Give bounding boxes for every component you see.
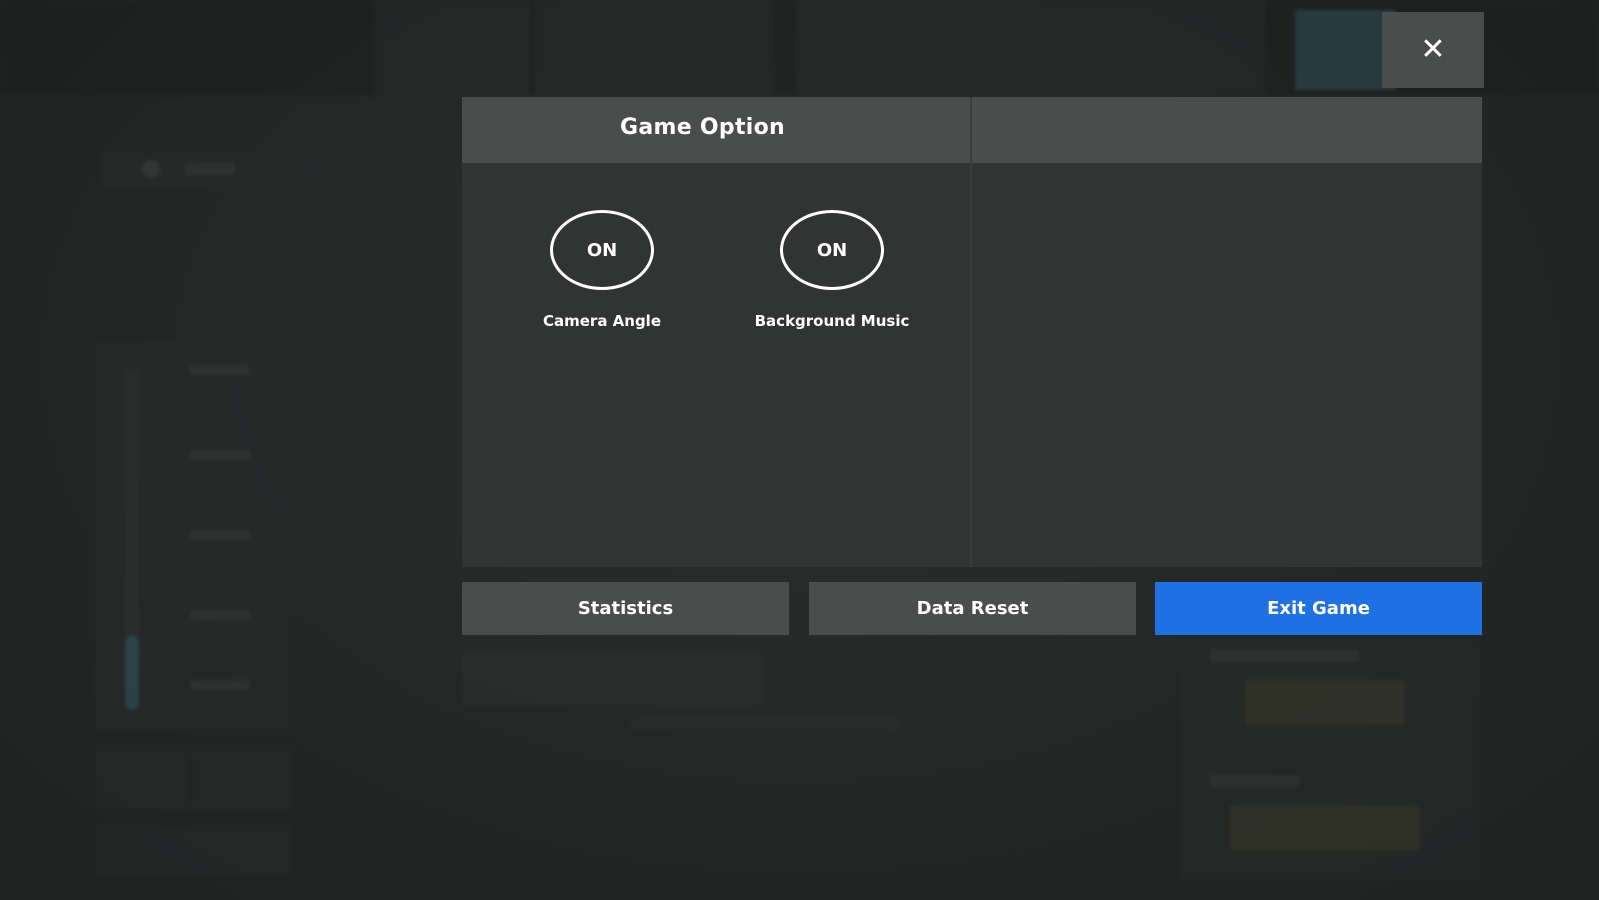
background-distance-readout [462, 650, 762, 705]
background-stats-label [1210, 650, 1360, 662]
background-status-bar [185, 163, 235, 175]
background-top-segment [795, 0, 1265, 95]
game-screen: ✕ Game Option ON Camera Angle ON Backgro… [0, 0, 1599, 900]
background-stats-value [1230, 805, 1420, 850]
background-gauge-buttons [95, 745, 290, 810]
background-gauge-fill [125, 635, 139, 710]
data-reset-button[interactable]: Data Reset [809, 582, 1136, 635]
background-top-segment [535, 0, 775, 95]
background-music-label: Background Music [754, 312, 910, 330]
dialog-title: Game Option [620, 115, 785, 140]
background-gauge-divider [190, 755, 192, 803]
background-top-accent [1295, 10, 1395, 90]
background-status-icon [142, 160, 160, 178]
background-distance-caption [630, 718, 900, 730]
background-stats-label [1210, 775, 1300, 787]
game-option-dialog: Game Option ON Camera Angle ON Backgroun… [462, 97, 1482, 567]
background-gauge-tick [190, 530, 250, 540]
close-button[interactable]: ✕ [1382, 12, 1484, 88]
background-gauge-footer [95, 825, 290, 875]
option-background-music: ON Background Music [717, 210, 947, 330]
camera-angle-label: Camera Angle [542, 312, 661, 330]
dialog-column-divider [970, 97, 972, 567]
background-top-segment [375, 0, 530, 95]
close-icon: ✕ [1420, 32, 1446, 67]
camera-angle-toggle[interactable]: ON [550, 210, 654, 290]
background-gauge-tick [190, 680, 250, 690]
background-gauge-tick [190, 450, 250, 460]
option-camera-angle: ON Camera Angle [487, 210, 717, 330]
background-music-toggle[interactable]: ON [780, 210, 884, 290]
background-gauge-tick [190, 610, 250, 620]
background-stats-value [1245, 680, 1405, 725]
exit-game-button[interactable]: Exit Game [1155, 582, 1482, 635]
statistics-button[interactable]: Statistics [462, 582, 789, 635]
background-gauge-tick [190, 365, 250, 375]
dialog-header: Game Option [462, 97, 1482, 163]
